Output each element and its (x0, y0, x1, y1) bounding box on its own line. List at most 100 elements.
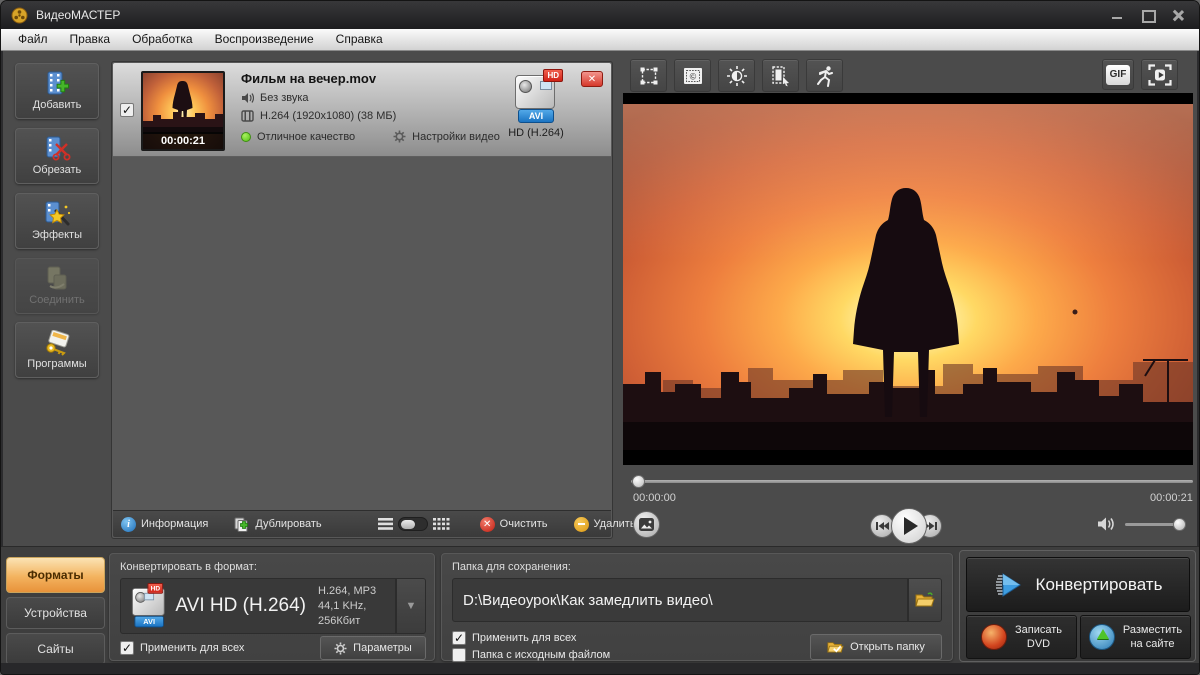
convert-panel: Конвертировать ЗаписатьDVD Разместитьна … (959, 550, 1196, 662)
watermark-button[interactable]: © (674, 59, 711, 92)
save-panel-label: Папка для сохранения: (452, 561, 571, 573)
join-icon (42, 266, 72, 292)
menu-playback[interactable]: Воспроизведение (204, 29, 325, 50)
view-mode-toggle[interactable] (378, 517, 450, 531)
tab-sites[interactable]: Сайты (6, 633, 105, 665)
info-button[interactable]: i Информация (121, 517, 208, 532)
effects-label: Эффекты (32, 229, 82, 241)
trim-label: Обрезать (33, 164, 82, 176)
hd-badge: HD (543, 69, 563, 82)
open-folder-button[interactable]: Открыть папку (810, 634, 942, 660)
tab-devices[interactable]: Устройства (6, 597, 105, 629)
seek-handle[interactable] (632, 475, 645, 488)
minimize-button[interactable] (1111, 9, 1125, 21)
burn-dvd-button[interactable]: ЗаписатьDVD (966, 615, 1077, 659)
source-folder-option[interactable]: ✓ Папка с исходным файлом (452, 648, 610, 662)
delete-icon (574, 517, 589, 532)
format-hd-badge: HD (147, 583, 163, 594)
save-apply-all-checkbox[interactable]: ✓ (452, 631, 466, 645)
format-dropdown-button[interactable]: ▼ (396, 578, 426, 634)
programs-button[interactable]: Программы (15, 322, 99, 378)
gif-icon: GIF (1106, 65, 1130, 85)
play-icon (904, 517, 918, 535)
save-panel: Папка для сохранения: ✓ Применить для вс… (441, 553, 953, 661)
menu-help[interactable]: Справка (325, 29, 394, 50)
item-target-format: AVI HD HD (H.264) (501, 71, 571, 139)
save-path-input[interactable] (453, 579, 907, 621)
close-button[interactable] (1171, 9, 1185, 21)
clear-list-button[interactable]: ✕ Очистить (480, 517, 548, 532)
item-thumbnail[interactable]: 00:00:21 (141, 71, 225, 151)
snapshot-button[interactable] (633, 511, 660, 538)
playlist-panel: ✓ 00:00:21 Фильм на вечер.mov Без звука (111, 61, 613, 539)
add-video-label: Добавить (33, 99, 82, 111)
format-apply-all[interactable]: ✓ Применить для всех (120, 641, 244, 655)
previous-icon (876, 521, 889, 531)
menu-file[interactable]: Файл (7, 29, 59, 50)
browse-folder-button[interactable] (908, 578, 942, 622)
parameters-gear-icon (334, 642, 347, 655)
menu-processing[interactable]: Обработка (121, 29, 204, 50)
video-preview[interactable] (623, 93, 1193, 465)
source-folder-checkbox[interactable]: ✓ (452, 648, 466, 662)
format-avi-badge: AVI (134, 616, 164, 627)
item-checkbox[interactable]: ✓ (120, 103, 134, 117)
menu-edit[interactable]: Правка (59, 29, 122, 50)
fullscreen-icon (1148, 64, 1172, 86)
remove-item-button[interactable]: ✕ (581, 71, 603, 87)
info-icon: i (121, 517, 136, 532)
speed-runner-icon (814, 65, 836, 87)
avi-badge: AVI (518, 109, 554, 123)
format-apply-all-checkbox[interactable]: ✓ (120, 641, 134, 655)
volume-handle[interactable] (1173, 518, 1186, 531)
programs-label: Программы (27, 358, 86, 370)
effects-button[interactable]: Эффекты (15, 193, 99, 249)
seek-bar[interactable] (631, 480, 1193, 483)
format-panel-label: Конвертировать в формат: (120, 561, 257, 573)
crop-button[interactable] (630, 59, 667, 92)
rotate-frame-icon (770, 65, 792, 87)
gear-icon (393, 130, 406, 143)
item-video-settings[interactable]: Настройки видео (412, 131, 500, 143)
time-total: 00:00:21 (1150, 492, 1193, 504)
convert-button[interactable]: Конвертировать (966, 557, 1190, 612)
join-button[interactable]: Соединить (15, 258, 99, 314)
speed-button[interactable] (806, 59, 843, 92)
list-view-icon (378, 518, 393, 530)
fullscreen-button[interactable] (1141, 59, 1178, 90)
delete-item-button[interactable]: Удалить (574, 517, 636, 532)
parameters-button[interactable]: Параметры (320, 636, 426, 660)
tab-formats[interactable]: Форматы (6, 557, 105, 593)
trim-button[interactable]: Обрезать (15, 128, 99, 184)
film-icon (241, 110, 254, 122)
join-label: Соединить (29, 294, 85, 306)
play-button[interactable] (891, 508, 927, 544)
add-video-button[interactable]: Добавить (15, 63, 99, 119)
chevron-down-icon: ▼ (406, 600, 417, 612)
toggle-pill[interactable] (398, 517, 428, 531)
brightness-icon (726, 65, 748, 87)
svg-text:©: © (689, 71, 696, 81)
item-duration: 00:00:21 (143, 132, 223, 149)
playlist-item[interactable]: ✓ 00:00:21 Фильм на вечер.mov Без звука (113, 63, 611, 157)
item-target-format-label: HD (H.264) (501, 127, 571, 139)
save-path-field (452, 578, 908, 622)
save-apply-all[interactable]: ✓ Применить для всех (452, 631, 576, 645)
duplicate-button[interactable]: Дублировать (234, 517, 321, 532)
playlist-footer: i Информация Дублировать (113, 510, 611, 537)
rotate-frame-button[interactable] (762, 59, 799, 92)
format-details: H.264, MP3 44,1 KHz, 256Кбит (318, 584, 395, 629)
upload-site-button[interactable]: Разместитьна сайте (1080, 615, 1191, 659)
format-camcorder-icon: AVI HD (127, 585, 163, 628)
trim-icon (42, 136, 72, 162)
brightness-button[interactable] (718, 59, 755, 92)
item-audio-info: Без звука (260, 92, 309, 104)
open-folder-button-icon (827, 640, 844, 654)
window-frame-bottom (1, 663, 1199, 674)
volume-icon[interactable] (1097, 516, 1115, 532)
titlebar: ВидеоМАСТЕР (1, 1, 1199, 29)
format-panel: Конвертировать в формат: AVI HD AVI HD (… (109, 553, 435, 661)
maximize-button[interactable] (1141, 9, 1155, 21)
format-selector[interactable]: AVI HD AVI HD (H.264) H.264, MP3 44,1 KH… (120, 578, 396, 634)
gif-button[interactable]: GIF (1102, 59, 1134, 90)
